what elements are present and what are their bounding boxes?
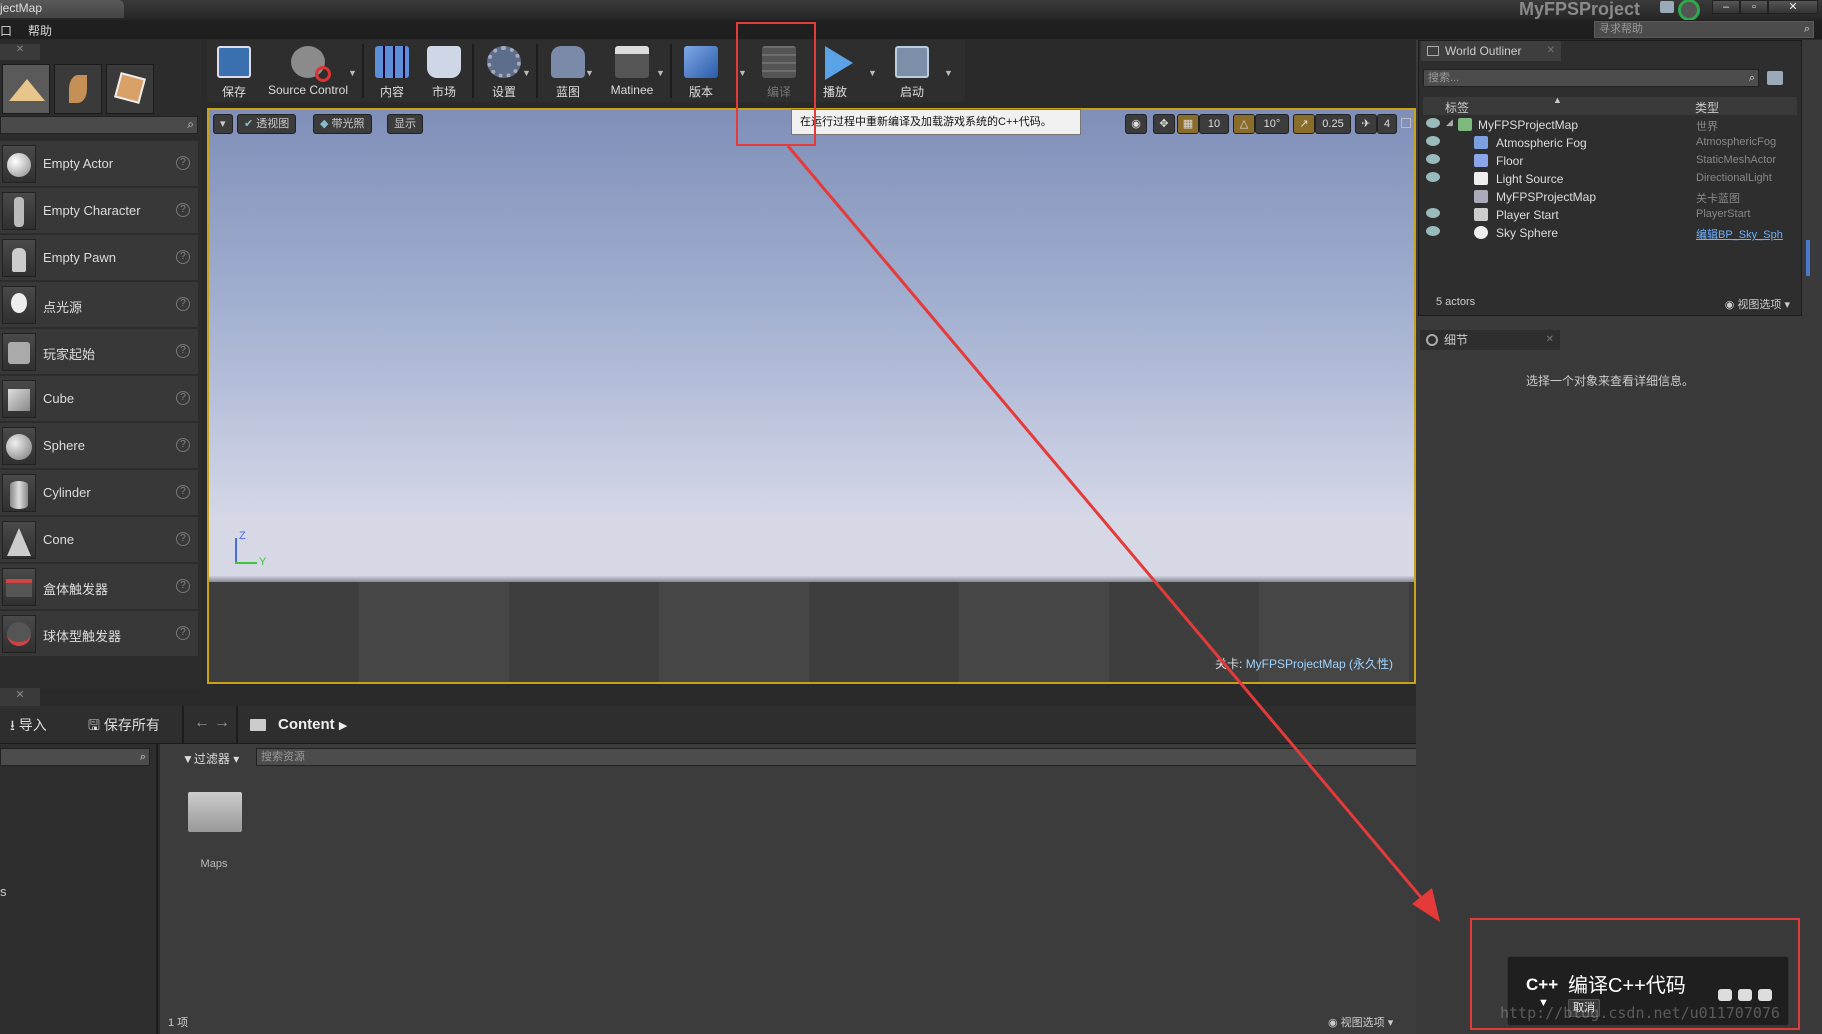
watermark: http://blog.csdn.net/u011707076 — [1500, 1004, 1780, 1022]
annotation-arrow — [786, 145, 1440, 922]
